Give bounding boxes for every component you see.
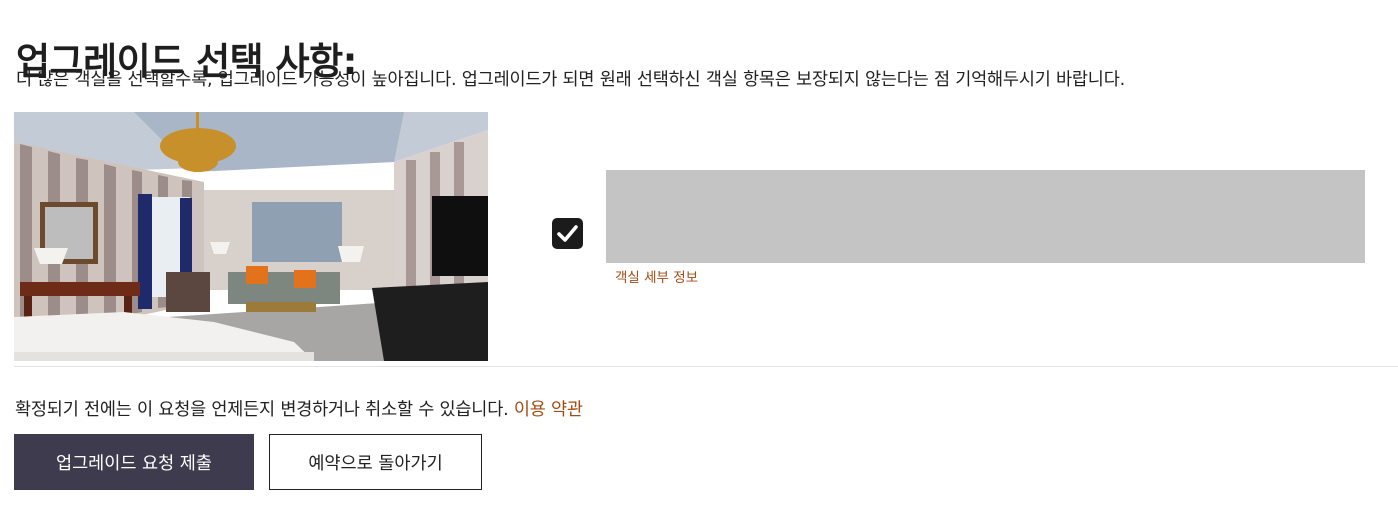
room-select-checkbox[interactable] — [552, 218, 583, 249]
room-details-link[interactable]: 객실 세부 정보 — [615, 266, 698, 286]
submit-upgrade-button[interactable]: 업그레이드 요청 제출 — [14, 434, 254, 490]
room-info-placeholder — [606, 170, 1365, 263]
change-cancel-notice: 확정되기 전에는 이 요청을 언제든지 변경하거나 취소할 수 있습니다. 이용… — [15, 396, 583, 421]
room-photo — [14, 112, 488, 361]
page-subtitle: 더 많은 객실을 선택할수록, 업그레이드 가능성이 높아집니다. 업그레이드가… — [16, 70, 1125, 90]
checkmark-icon — [557, 225, 578, 242]
divider — [14, 366, 1398, 367]
notice-text: 확정되기 전에는 이 요청을 언제든지 변경하거나 취소할 수 있습니다. — [15, 400, 509, 420]
terms-link[interactable]: 이용 약관 — [514, 400, 583, 420]
back-to-reservation-button[interactable]: 예약으로 돌아가기 — [269, 434, 482, 490]
